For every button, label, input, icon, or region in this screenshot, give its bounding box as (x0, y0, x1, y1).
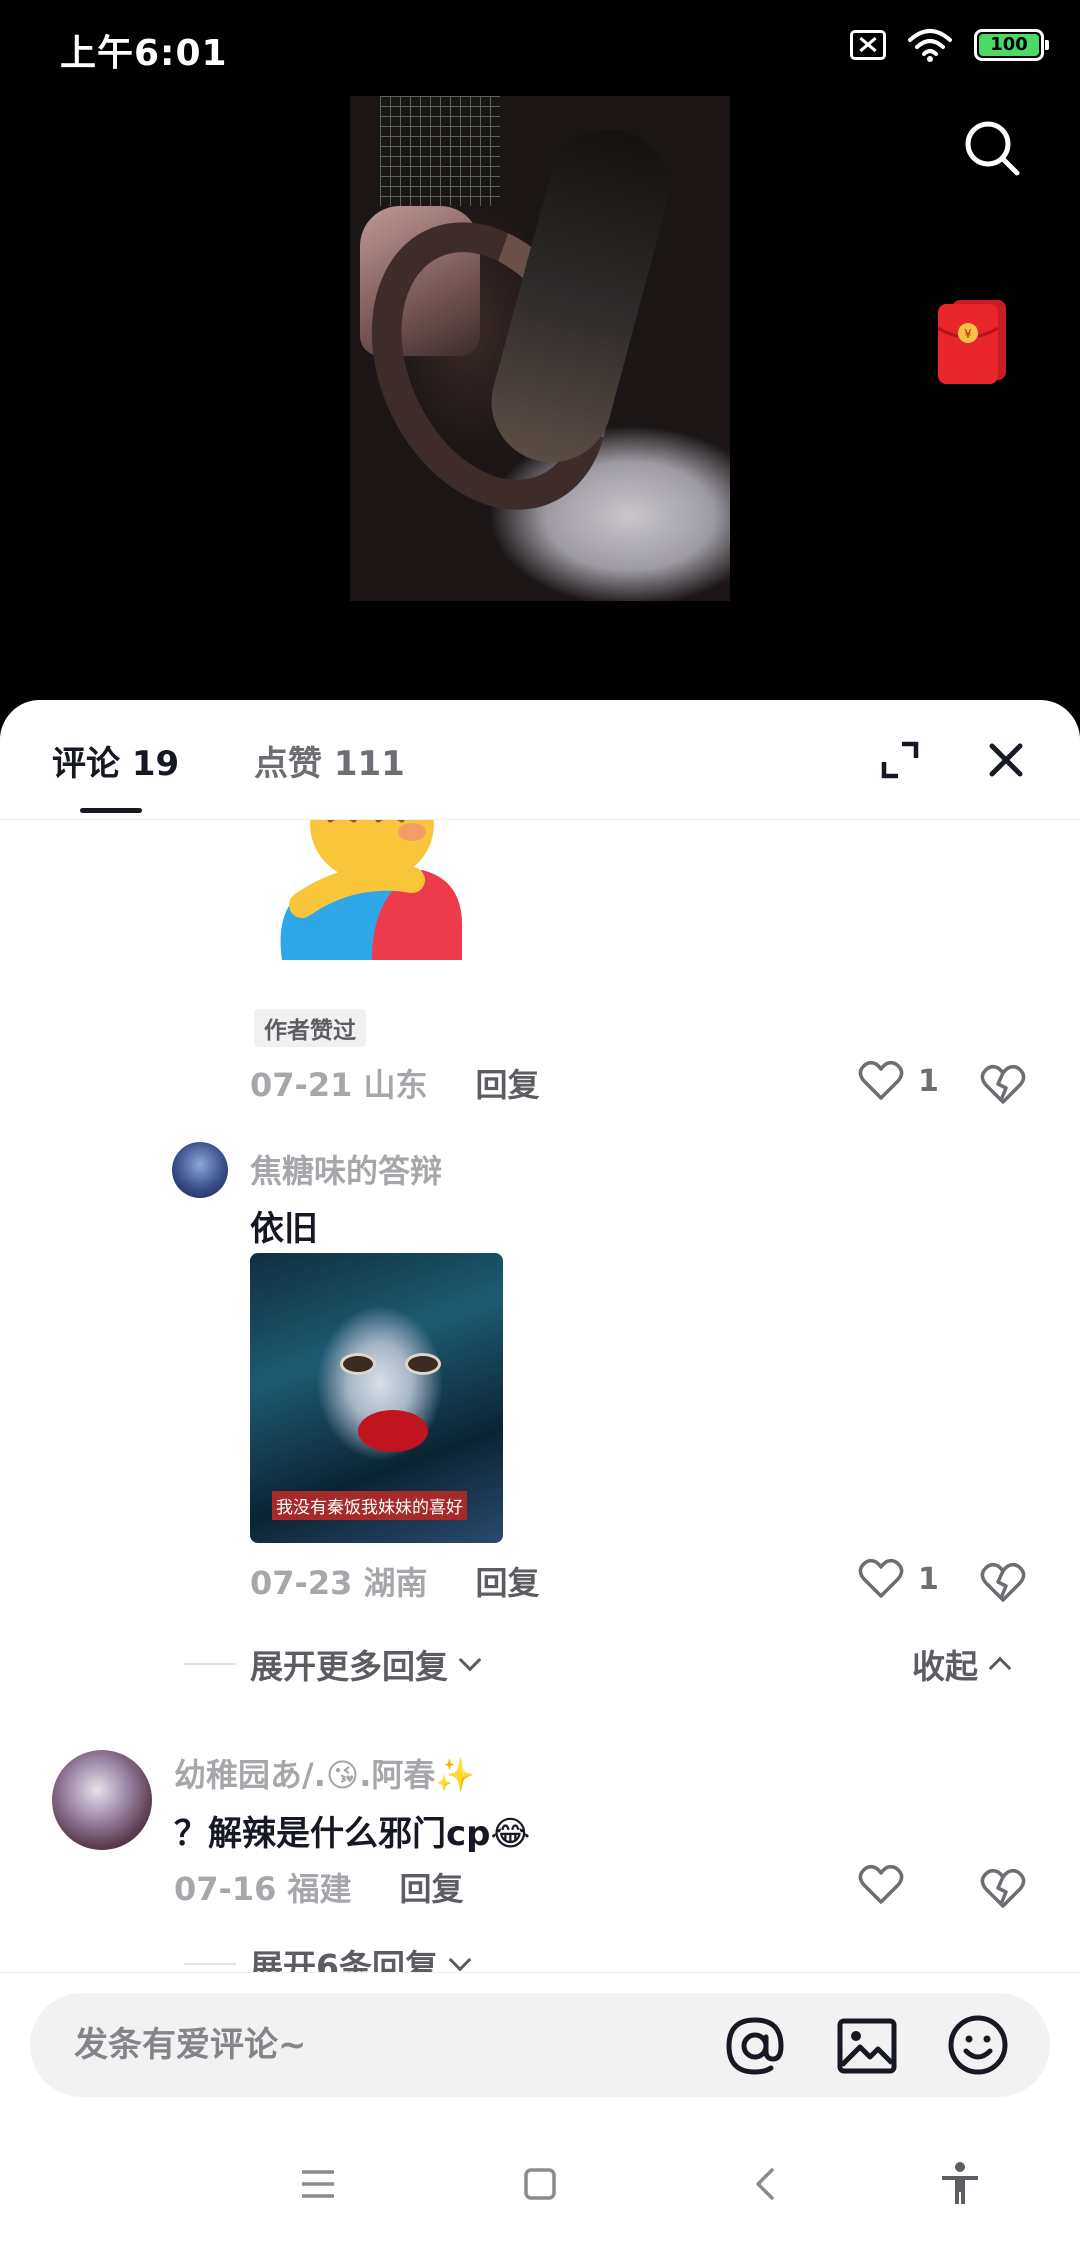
home-icon[interactable] (514, 2158, 566, 2210)
heart-icon (858, 1864, 904, 1904)
status-icons: 100 (850, 28, 1049, 62)
like-button[interactable]: 1 (858, 1060, 939, 1102)
image-icon[interactable] (836, 2015, 898, 2077)
chevron-down-icon (458, 1648, 482, 1672)
expand-label: 展开6条回复 (250, 1947, 438, 1972)
comment-meta: 07-16 福建 回复 (174, 1864, 464, 1910)
battery-level: 100 (979, 34, 1039, 56)
image-eye (405, 1353, 441, 1375)
comment-text: ？解辣是什么邪门cp😂 (174, 1814, 531, 1854)
svg-text:¥: ¥ (964, 327, 972, 341)
video-frame[interactable] (350, 96, 730, 601)
reply-button[interactable]: 回复 (476, 1060, 540, 1106)
divider (184, 1963, 236, 1965)
comment-input-container (30, 1993, 1050, 2097)
comment-username[interactable]: 焦糖味的答辩 (250, 1146, 442, 1192)
like-count: 1 (918, 1063, 939, 1099)
emoji-icon[interactable] (946, 2013, 1010, 2077)
menu-icon[interactable] (292, 2158, 344, 2210)
comment-text: 依旧 (250, 1209, 318, 1249)
chevron-down-icon (448, 1948, 472, 1972)
broken-heart-icon[interactable] (980, 1562, 1026, 1604)
heart-icon (858, 1060, 904, 1100)
hug-emoji-sticker[interactable] (272, 820, 472, 970)
active-tab-indicator (80, 808, 142, 813)
comment-image[interactable]: 我没有秦饭我妹妹的喜好 (250, 1253, 503, 1543)
expand-label: 展开更多回复 (250, 1647, 448, 1686)
chevron-up-icon (988, 1656, 1012, 1680)
like-count: 1 (918, 1561, 939, 1597)
divider (184, 1663, 236, 1665)
collapse-replies[interactable]: 收起 (912, 1640, 1012, 1688)
red-envelope-icon[interactable]: ¥ (938, 300, 1008, 384)
comment-sheet: 评论 19 点赞 111 作者赞过 07-21 山东 回复 1 焦糖味的答辩 依… (0, 700, 1080, 2248)
comment-date-location: 07-23 湖南 (250, 1564, 428, 1602)
battery-icon: 100 (974, 29, 1049, 61)
broken-heart-icon[interactable] (980, 1868, 1026, 1910)
comment-sheet-header: 评论 19 点赞 111 (0, 700, 1080, 820)
tab-comments[interactable]: 评论 19 (52, 736, 179, 785)
fullscreen-icon[interactable] (880, 740, 920, 780)
reply-button[interactable]: 回复 (476, 1558, 540, 1604)
comment-meta: 07-21 山东 回复 (250, 1060, 540, 1106)
at-icon[interactable] (724, 2015, 786, 2077)
comment-date-location: 07-16 福建 (174, 1870, 352, 1908)
no-sim-icon (850, 30, 886, 60)
like-button[interactable] (858, 1864, 904, 1906)
reply-button[interactable]: 回复 (400, 1864, 464, 1910)
comment-input[interactable] (74, 1993, 714, 2097)
author-liked-badge: 作者赞过 (254, 1009, 366, 1047)
system-navigation-bar (0, 2120, 1080, 2248)
wifi-icon (908, 29, 952, 62)
avatar[interactable] (52, 1750, 152, 1850)
expand-more-replies[interactable]: 展开更多回复 (250, 1640, 482, 1688)
heart-icon (858, 1558, 904, 1598)
comment-input-bar (0, 1972, 1080, 2120)
comment-date-location: 07-21 山东 (250, 1066, 428, 1104)
video-player[interactable]: ¥ (0, 0, 1080, 700)
status-time: 上午6:01 (60, 33, 228, 74)
image-lips (358, 1410, 428, 1452)
expand-replies[interactable]: 展开6条回复 (250, 1940, 472, 1972)
search-icon[interactable] (962, 118, 1022, 178)
comment-username[interactable]: 幼稚园あ/.😘.阿春✨ (174, 1750, 475, 1796)
close-icon[interactable] (984, 738, 1028, 782)
accessibility-icon[interactable] (934, 2158, 986, 2210)
back-icon[interactable] (740, 2158, 792, 2210)
video-background-grid (380, 96, 500, 206)
image-eye (340, 1353, 376, 1375)
like-button[interactable]: 1 (858, 1558, 939, 1600)
tab-likes[interactable]: 点赞 111 (254, 736, 405, 785)
image-caption: 我没有秦饭我妹妹的喜好 (272, 1491, 467, 1520)
broken-heart-icon[interactable] (980, 1064, 1026, 1106)
comment-list[interactable]: 作者赞过 07-21 山东 回复 1 焦糖味的答辩 依旧 我没有秦饭我妹妹的喜好… (0, 820, 1080, 1972)
avatar[interactable] (172, 1142, 228, 1198)
comment-meta: 07-23 湖南 回复 (250, 1558, 540, 1604)
collapse-label: 收起 (912, 1647, 978, 1686)
status-bar: 上午6:01 100 (0, 0, 1080, 96)
